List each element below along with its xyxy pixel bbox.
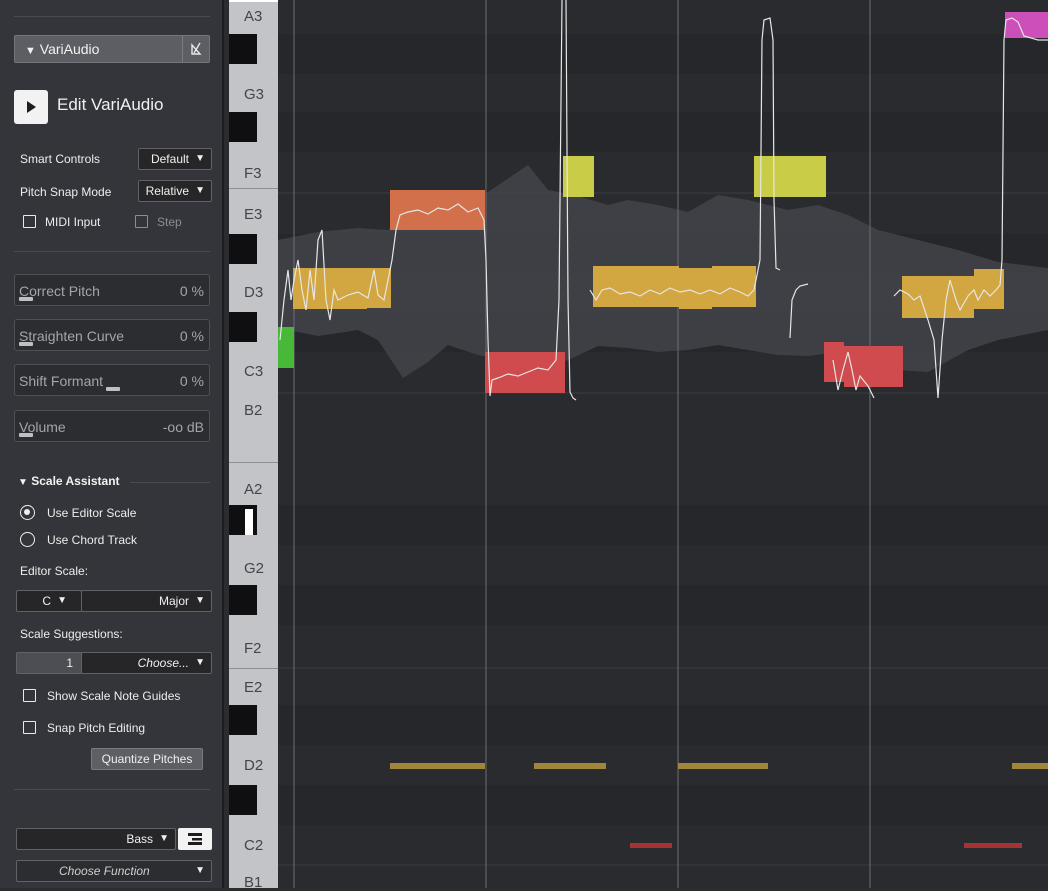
black-key[interactable] [229, 234, 257, 264]
pitch-segment[interactable] [593, 266, 679, 307]
note-label-f3: F3 [244, 165, 262, 182]
note-editor[interactable] [278, 0, 1048, 888]
pitch-segment[interactable] [902, 276, 974, 318]
use-editor-scale-label: Use Editor Scale [47, 506, 137, 520]
midi-input-label: MIDI Input [45, 215, 101, 229]
cursor-arrow-icon [27, 101, 36, 113]
collapse-triangle-icon: ▼ [18, 477, 28, 488]
straighten-curve-slider[interactable]: Straighten Curve 0 % [14, 319, 210, 351]
smart-controls-label: Smart Controls [20, 152, 101, 166]
use-chord-track-label: Use Chord Track [47, 533, 138, 547]
pin-icon[interactable] [182, 36, 209, 62]
scale-suggestion-dropdown[interactable]: Choose... ▼ [81, 652, 212, 674]
slider-handle[interactable] [19, 433, 33, 437]
chevron-down-icon: ▼ [195, 865, 205, 876]
choose-function-dropdown[interactable]: Choose Function ▼ [16, 860, 212, 882]
bass-dropdown[interactable]: Bass ▼ [16, 828, 176, 850]
note-label-c2: C2 [244, 837, 264, 854]
correct-pitch-slider[interactable]: Correct Pitch 0 % [14, 274, 210, 306]
inspector-panel: ▼ VariAudio Edit VariAudio Smart Control… [0, 0, 224, 888]
separator [14, 251, 210, 252]
key-highlight [245, 509, 253, 535]
variaudio-section-header[interactable]: ▼ VariAudio [14, 35, 210, 63]
separator [14, 16, 210, 17]
pitch-segment[interactable] [754, 156, 826, 197]
show-scale-note-guides-checkbox[interactable] [23, 689, 36, 702]
black-key[interactable] [229, 505, 257, 535]
black-key[interactable] [229, 585, 257, 615]
separator [130, 482, 210, 483]
note-label-f2: F2 [244, 640, 262, 657]
chevron-down-icon: ▼ [195, 595, 205, 606]
note-label-e2: E2 [244, 679, 263, 696]
pitch-lanes [278, 34, 1048, 866]
use-chord-track-radio[interactable] [20, 532, 35, 547]
pitch-snap-mode-dropdown[interactable]: Relative ▼ [138, 180, 212, 202]
black-key[interactable] [229, 112, 257, 142]
volume-slider[interactable]: Volume -oo dB [14, 410, 210, 442]
black-key[interactable] [229, 705, 257, 735]
shift-formant-slider[interactable]: Shift Formant 0 % [14, 364, 210, 396]
note-label-d3: D3 [244, 284, 264, 301]
editor-canvas [278, 0, 1048, 888]
suggestion-index-field[interactable]: 1 [16, 652, 82, 674]
pitch-segment[interactable] [712, 266, 756, 307]
midi-input-checkbox[interactable] [23, 215, 36, 228]
scale-suggestions-label: Scale Suggestions: [20, 627, 123, 641]
collapse-triangle-icon: ▼ [25, 45, 36, 57]
scale-mode-dropdown[interactable]: Major ▼ [81, 590, 212, 612]
chevron-down-icon: ▼ [195, 153, 205, 164]
scale-assistant-header[interactable]: ▼ Scale Assistant [18, 474, 120, 488]
black-key[interactable] [229, 312, 257, 342]
chevron-down-icon: ▼ [195, 657, 205, 668]
pitch-snap-mode-label: Pitch Snap Mode [20, 185, 112, 199]
section-title: VariAudio [39, 41, 100, 57]
keyboard-top-edge [229, 0, 278, 2]
function-settings-button[interactable] [178, 828, 212, 850]
equalizer-icon [188, 833, 202, 845]
pitch-segment[interactable] [974, 269, 1004, 309]
pitch-segment[interactable] [485, 352, 565, 393]
note-label-a2: A2 [244, 481, 263, 498]
editor-scale-label: Editor Scale: [20, 564, 89, 578]
chevron-down-icon: ▼ [57, 595, 67, 606]
black-key[interactable] [229, 34, 257, 64]
edit-variaudio-label: Edit VariAudio [57, 95, 164, 114]
pitch-segment[interactable] [1005, 12, 1048, 38]
note-label-b1: B1 [244, 874, 263, 891]
chevron-down-icon: ▼ [195, 185, 205, 196]
slider-handle[interactable] [19, 297, 33, 301]
note-label-g2: G2 [244, 560, 265, 577]
pitch-segment[interactable] [390, 190, 485, 230]
step-checkbox[interactable] [135, 215, 148, 228]
chevron-down-icon: ▼ [159, 833, 169, 844]
separator [14, 789, 210, 790]
note-label-d2: D2 [244, 757, 264, 774]
quantize-pitches-button[interactable]: Quantize Pitches [91, 748, 203, 770]
black-key[interactable] [229, 785, 257, 815]
snap-pitch-editing-checkbox[interactable] [23, 721, 36, 734]
step-label: Step [157, 215, 182, 229]
note-label-c3: C3 [244, 363, 264, 380]
note-label-a3: A3 [244, 8, 263, 25]
note-label-e3: E3 [244, 206, 263, 223]
pitch-segment[interactable] [844, 346, 903, 387]
snap-pitch-editing-label: Snap Pitch Editing [47, 721, 146, 735]
use-editor-scale-radio[interactable] [20, 505, 35, 520]
show-scale-note-guides-label: Show Scale Note Guides [47, 689, 181, 703]
slider-handle[interactable] [19, 342, 33, 346]
slider-handle[interactable] [106, 387, 120, 391]
piano-keyboard[interactable]: A3 G3 F3 E3 D3 C3 B2 A2 G2 F2 E2 D2 C2 B… [229, 0, 278, 891]
scale-root-dropdown[interactable]: C ▼ [16, 590, 82, 612]
note-label-b2: B2 [244, 402, 263, 419]
note-label-g3: G3 [244, 86, 265, 103]
pitch-segment[interactable] [679, 268, 712, 309]
smart-controls-dropdown[interactable]: Default ▼ [138, 148, 212, 170]
edit-tool-button[interactable] [14, 90, 48, 124]
